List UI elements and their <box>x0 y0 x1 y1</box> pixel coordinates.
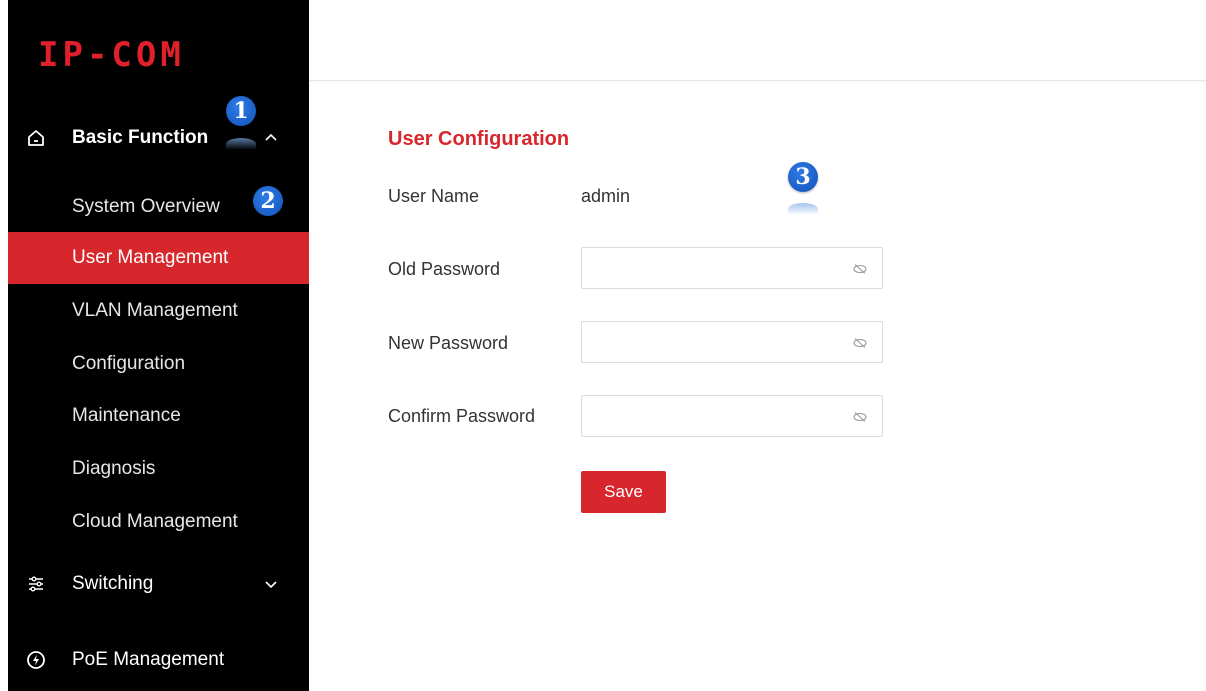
user-name-label: User Name <box>388 186 480 206</box>
sidebar-item-configuration[interactable]: Configuration <box>8 338 309 390</box>
menu-group-switching[interactable]: Switching <box>8 558 309 610</box>
callout-badge-reflection <box>788 203 818 215</box>
old-password-label: Old Password <box>388 259 501 279</box>
callout-badge-2: 2 <box>253 186 283 216</box>
confirm-password-field[interactable] <box>581 395 883 437</box>
sidebar-item-user-management[interactable]: User Management <box>8 232 309 284</box>
sidebar-item-label: System Overview <box>72 196 220 217</box>
confirm-password-input[interactable] <box>590 402 840 430</box>
home-icon <box>28 130 44 146</box>
sidebar-item-label: Cloud Management <box>72 511 238 532</box>
sidebar-item-label: Maintenance <box>72 405 181 426</box>
new-password-input[interactable] <box>590 328 840 356</box>
confirm-password-label: Confirm Password <box>388 406 536 426</box>
sidebar-item-maintenance[interactable]: Maintenance <box>8 390 309 442</box>
callout-badge-reflection <box>226 138 256 150</box>
page-title: User Configuration <box>388 128 570 150</box>
eye-hidden-icon[interactable] <box>852 335 868 351</box>
new-password-label: New Password <box>388 333 509 353</box>
sidebar-item-label: Configuration <box>72 353 186 374</box>
user-name-value: admin <box>581 186 631 206</box>
power-icon <box>27 651 45 669</box>
sidebar: IP-COM Basic Function System Overview Us… <box>8 0 309 691</box>
sliders-icon <box>29 576 43 592</box>
sidebar-item-label: Diagnosis <box>72 458 156 479</box>
chevron-up-icon <box>265 133 277 141</box>
callout-badge-1: 1 <box>226 96 256 126</box>
new-password-field[interactable] <box>581 321 883 363</box>
ip-com-logo: IP-COM <box>38 35 185 75</box>
chevron-down-icon <box>265 581 277 589</box>
sidebar-item-label: User Management <box>72 247 229 268</box>
menu-group-label: PoE Management <box>72 649 225 670</box>
sidebar-item-cloud-management[interactable]: Cloud Management <box>8 496 309 548</box>
sidebar-item-label: VLAN Management <box>72 300 238 321</box>
callout-badge-3: 3 <box>788 162 818 192</box>
logo-text: IP-COM <box>38 35 185 75</box>
old-password-input[interactable] <box>590 254 840 282</box>
save-button[interactable]: Save <box>581 471 666 513</box>
top-bar <box>309 0 1206 81</box>
eye-hidden-icon[interactable] <box>852 261 868 277</box>
menu-group-basic-function[interactable]: Basic Function <box>8 112 309 164</box>
eye-hidden-icon[interactable] <box>852 409 868 425</box>
old-password-field[interactable] <box>581 247 883 289</box>
menu-group-poe-management[interactable]: PoE Management <box>8 634 309 686</box>
menu-group-label: Basic Function <box>72 127 209 148</box>
menu-group-label: Switching <box>72 573 154 594</box>
sidebar-item-vlan-management[interactable]: VLAN Management <box>8 285 309 337</box>
sidebar-item-diagnosis[interactable]: Diagnosis <box>8 443 309 495</box>
